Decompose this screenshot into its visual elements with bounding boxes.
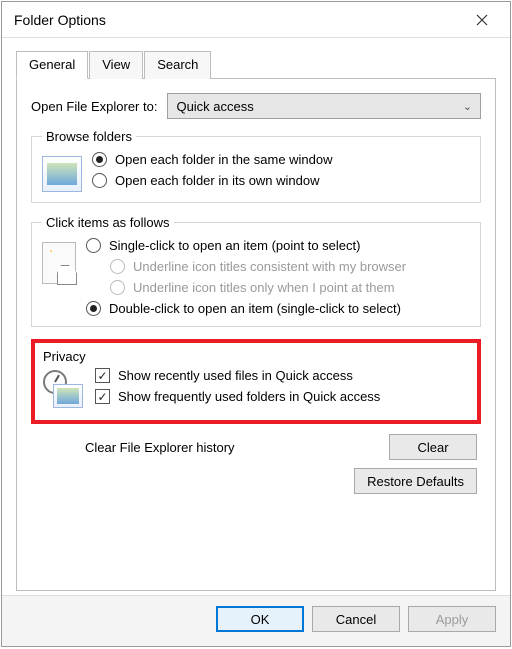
radio-underline-browser-label: Underline icon titles consistent with my… (133, 259, 406, 274)
click-items-legend: Click items as follows (42, 215, 174, 230)
radio-underline-point-label: Underline icon titles only when I point … (133, 280, 395, 295)
privacy-legend: Privacy (43, 349, 469, 364)
chevron-down-icon: ⌄ (463, 100, 472, 113)
clear-history-label: Clear File Explorer history (85, 440, 369, 455)
radio-same-window-label: Open each folder in the same window (115, 152, 333, 167)
checkbox-recent-files-label: Show recently used files in Quick access (118, 368, 353, 383)
tabstrip: General View Search (16, 50, 496, 78)
radio-single-click[interactable]: Single-click to open an item (point to s… (86, 238, 470, 253)
radio-own-window-label: Open each folder in its own window (115, 173, 320, 188)
clear-button[interactable]: Clear (389, 434, 477, 460)
radio-double-click[interactable]: Double-click to open an item (single-cli… (86, 301, 470, 316)
checkbox-icon (95, 389, 110, 404)
close-icon (476, 14, 488, 26)
checkbox-frequent-folders[interactable]: Show frequently used folders in Quick ac… (95, 389, 469, 404)
folder-options-window: Folder Options General View Search Open … (1, 1, 511, 647)
dialog-footer: OK Cancel Apply (2, 595, 510, 646)
restore-defaults-button[interactable]: Restore Defaults (354, 468, 477, 494)
cancel-button[interactable]: Cancel (312, 606, 400, 632)
open-explorer-select[interactable]: Quick access ⌄ (167, 93, 481, 119)
content-area: General View Search Open File Explorer t… (2, 38, 510, 595)
browse-folders-legend: Browse folders (42, 129, 136, 144)
ok-button[interactable]: OK (216, 606, 304, 632)
radio-own-window[interactable]: Open each folder in its own window (92, 173, 470, 188)
checkbox-recent-files[interactable]: Show recently used files in Quick access (95, 368, 469, 383)
open-explorer-value: Quick access (176, 99, 253, 114)
radio-icon (86, 301, 101, 316)
titlebar: Folder Options (2, 2, 510, 38)
radio-underline-browser: Underline icon titles consistent with my… (110, 259, 470, 274)
radio-single-click-label: Single-click to open an item (point to s… (109, 238, 360, 253)
radio-icon (110, 259, 125, 274)
clear-history-row: Clear File Explorer history Clear (85, 434, 477, 460)
open-explorer-label: Open File Explorer to: (31, 99, 157, 114)
history-icon (43, 370, 85, 410)
radio-icon (92, 173, 107, 188)
close-button[interactable] (462, 6, 502, 34)
radio-same-window[interactable]: Open each folder in the same window (92, 152, 470, 167)
restore-row: Restore Defaults (31, 468, 481, 494)
picture-folder-icon (42, 156, 82, 192)
tab-view[interactable]: View (89, 51, 143, 79)
browse-folders-group: Browse folders Open each folder in the s… (31, 129, 481, 203)
apply-button[interactable]: Apply (408, 606, 496, 632)
tab-general[interactable]: General (16, 51, 88, 79)
checkbox-frequent-folders-label: Show frequently used folders in Quick ac… (118, 389, 380, 404)
file-cursor-icon (42, 242, 76, 284)
radio-icon (86, 238, 101, 253)
radio-underline-point: Underline icon titles only when I point … (110, 280, 470, 295)
tab-panel-general: Open File Explorer to: Quick access ⌄ Br… (16, 78, 496, 591)
radio-icon (110, 280, 125, 295)
radio-icon (92, 152, 107, 167)
tab-search[interactable]: Search (144, 51, 211, 79)
privacy-group-highlight: Privacy Show recently used files in Quic… (31, 339, 481, 424)
radio-double-click-label: Double-click to open an item (single-cli… (109, 301, 401, 316)
open-explorer-row: Open File Explorer to: Quick access ⌄ (31, 93, 481, 119)
click-items-group: Click items as follows Single-click to o… (31, 215, 481, 327)
checkbox-icon (95, 368, 110, 383)
window-title: Folder Options (14, 12, 462, 28)
